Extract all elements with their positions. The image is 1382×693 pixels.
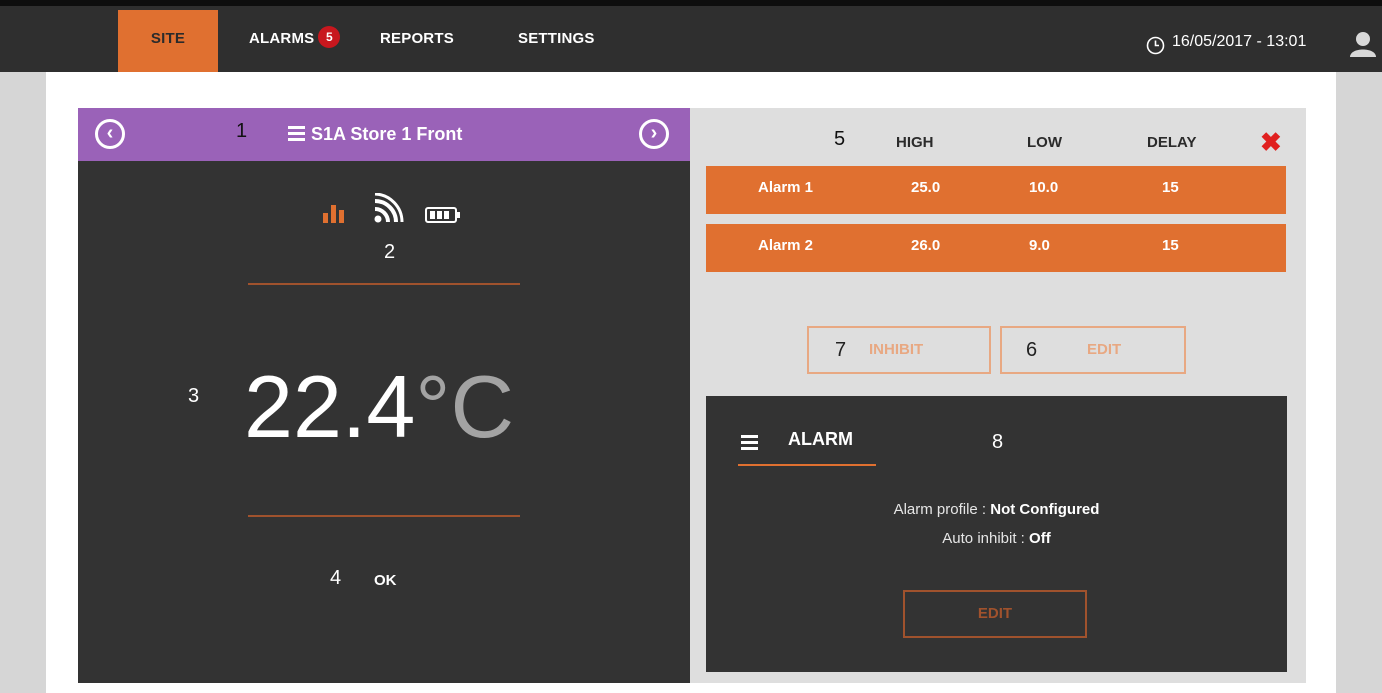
nav-tab-reports[interactable]: REPORTS <box>380 12 454 78</box>
auto-inhibit-label: Auto inhibit : <box>942 530 1025 547</box>
alarm-high: 25.0 <box>911 179 941 196</box>
alarm-row[interactable]: Alarm 1 25.0 10.0 15 <box>706 166 1286 214</box>
alarm-section-title: ALARM <box>788 429 853 449</box>
edit-button-label: EDIT <box>1087 341 1122 358</box>
alarm-low: 10.0 <box>1029 179 1059 196</box>
nav-tab-site[interactable]: SITE <box>118 10 218 78</box>
previous-sensor-button[interactable]: ‹ <box>95 119 125 149</box>
nav-tab-settings[interactable]: SETTINGS <box>518 12 595 78</box>
alarm-profile-box: ALARM 8 Alarm profile : Not Configured A… <box>706 396 1287 672</box>
bar-chart-icon <box>323 205 344 223</box>
inhibit-button-label: INHIBIT <box>869 341 924 358</box>
column-header-low: LOW <box>1027 134 1062 151</box>
callout-number-7: 7 <box>835 339 847 361</box>
callout-number-6: 6 <box>1026 339 1038 361</box>
callout-number-8: 8 <box>992 431 1004 453</box>
sensor-status: OK <box>374 572 397 589</box>
alarm-profile-value: Not Configured <box>990 501 1100 518</box>
top-nav-bar: SITE ALARMS 5 REPORTS SETTINGS 16/05/2017… <box>0 0 1382 78</box>
alarm-settings-panel: 5 HIGH LOW DELAY ✖ Alarm 1 25.0 10.0 15 … <box>690 108 1306 683</box>
inhibit-button[interactable]: 7 INHIBIT <box>807 326 991 374</box>
close-icon[interactable]: ✖ <box>1260 128 1282 156</box>
alarm-low: 9.0 <box>1029 237 1050 254</box>
sensor-title[interactable]: S1A Store 1 Front <box>288 108 462 161</box>
nav-tab-alarms-label: ALARMS <box>249 30 315 47</box>
menu-icon[interactable] <box>741 432 758 453</box>
alarm-delay: 15 <box>1162 237 1179 254</box>
next-sensor-button[interactable]: › <box>639 119 669 149</box>
user-icon[interactable] <box>1350 31 1376 57</box>
menu-icon <box>288 123 305 144</box>
alarm-profile-edit-button[interactable]: EDIT <box>903 590 1087 638</box>
callout-number-4: 4 <box>330 567 342 589</box>
column-header-high: HIGH <box>896 134 934 151</box>
callout-number-3: 3 <box>188 385 200 407</box>
battery-icon <box>425 207 460 223</box>
right-gutter <box>1336 72 1382 693</box>
alarms-count-badge: 5 <box>318 26 341 49</box>
alarm-name: Alarm 2 <box>758 237 814 254</box>
auto-inhibit-line: Auto inhibit : Off <box>706 530 1287 547</box>
alarm-profile-label: Alarm profile : <box>893 501 987 518</box>
callout-number-1: 1 <box>236 120 248 142</box>
callout-number-5: 5 <box>834 128 846 150</box>
wifi-signal-icon <box>374 193 404 223</box>
sensor-panel: ‹ 1 S1A Store 1 Front › 2 3 22.4°C 4 OK <box>78 108 690 683</box>
alarm-high: 26.0 <box>911 237 941 254</box>
divider-top <box>248 283 520 285</box>
nav-tab-alarms[interactable]: ALARMS 5 <box>249 12 341 78</box>
alarm-title-underline <box>738 464 876 466</box>
temperature-value: 22.4 <box>244 357 416 456</box>
edit-button[interactable]: 6 EDIT <box>1000 326 1186 374</box>
temperature-reading: 22.4°C <box>244 356 514 458</box>
callout-number-2: 2 <box>384 241 396 263</box>
column-header-delay: DELAY <box>1147 134 1197 151</box>
alarm-row[interactable]: Alarm 2 26.0 9.0 15 <box>706 224 1286 272</box>
temperature-unit: °C <box>415 357 515 456</box>
alarm-delay: 15 <box>1162 179 1179 196</box>
alarm-profile-line: Alarm profile : Not Configured <box>706 501 1287 518</box>
divider-bottom <box>248 515 520 517</box>
alarm-name: Alarm 1 <box>758 179 814 196</box>
sensor-header: ‹ 1 S1A Store 1 Front › <box>78 108 690 161</box>
clock-icon <box>1146 36 1165 55</box>
sensor-title-text: S1A Store 1 Front <box>311 124 463 144</box>
auto-inhibit-value: Off <box>1029 530 1051 547</box>
current-datetime: 16/05/2017 - 13:01 <box>1172 33 1307 50</box>
